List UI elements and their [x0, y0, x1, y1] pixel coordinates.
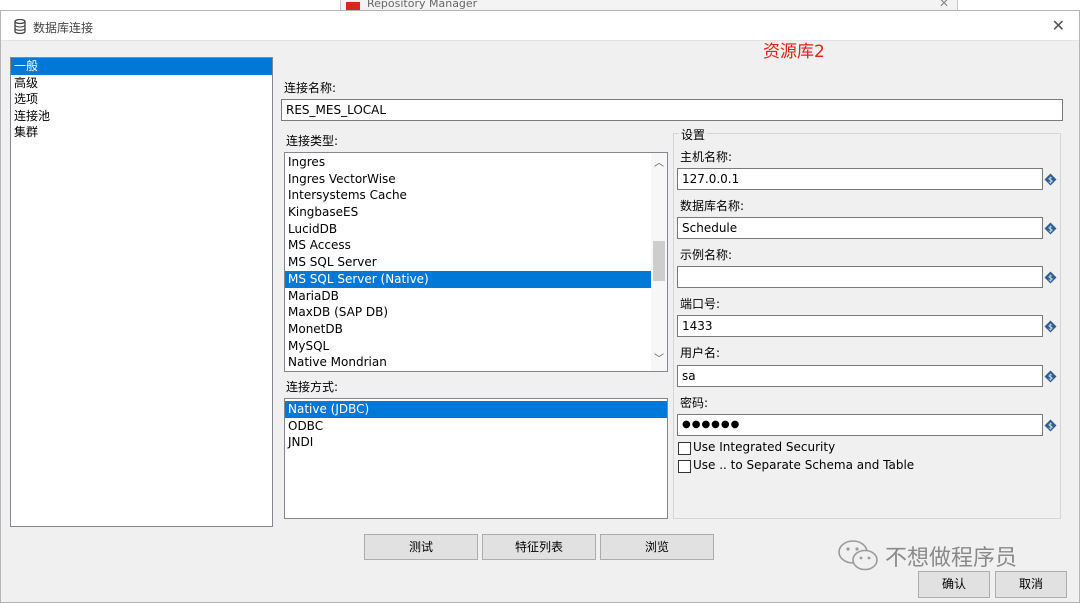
instance-input[interactable] — [677, 266, 1043, 288]
nav-item-options[interactable]: 选项 — [11, 91, 272, 108]
watermark-text: 不想做程序员 — [885, 546, 1018, 571]
svg-text:$: $ — [1048, 274, 1053, 283]
nav-item-general[interactable]: 一般 — [11, 58, 272, 75]
password-input[interactable]: ●●●●●● — [677, 414, 1043, 436]
connection-type-item[interactable]: Ingres VectorWise — [285, 171, 651, 188]
variable-icon[interactable]: $ — [1044, 419, 1057, 432]
nav-item-advanced[interactable]: 高级 — [11, 75, 272, 92]
nav-item-pooling[interactable]: 连接池 — [11, 108, 272, 125]
connection-type-item[interactable]: MS SQL Server (Native) — [285, 270, 651, 288]
database-icon — [14, 19, 26, 34]
connection-type-item[interactable]: MonetDB — [285, 321, 651, 338]
nav-item-cluster[interactable]: 集群 — [11, 124, 272, 141]
connection-type-item[interactable]: MariaDB — [285, 288, 651, 305]
connection-type-item[interactable]: KingbaseES — [285, 204, 651, 221]
port-input[interactable]: 1433 — [677, 315, 1043, 337]
connection-type-label: 连接类型: — [286, 134, 339, 148]
background-window-title: Repository Manager — [367, 0, 478, 10]
user-input[interactable]: sa — [677, 365, 1043, 387]
host-label: 主机名称: — [680, 150, 733, 164]
port-label: 端口号: — [680, 297, 721, 311]
scroll-up-icon[interactable]: ︿ — [651, 156, 667, 172]
variable-icon[interactable]: $ — [1044, 173, 1057, 186]
connection-type-item[interactable]: MySQL — [285, 338, 651, 355]
test-button[interactable]: 测试 — [364, 534, 478, 560]
svg-text:$: $ — [1048, 225, 1053, 234]
separate-schema-checkbox[interactable] — [678, 460, 691, 473]
connection-type-item[interactable]: Intersystems Cache — [285, 187, 651, 204]
variable-icon[interactable]: $ — [1044, 320, 1057, 333]
database-label: 数据库名称: — [680, 199, 745, 213]
variable-icon[interactable]: $ — [1044, 271, 1057, 284]
connection-type-scrollbar[interactable]: ︿ ﹀ — [651, 153, 667, 371]
connection-type-item[interactable]: LucidDB — [285, 221, 651, 238]
browse-button[interactable]: 浏览 — [600, 534, 714, 560]
database-connection-dialog: 数据库连接 ✕ 资源库2 一般 高级 选项 连接池 集群 连接名称: RES_M… — [0, 10, 1080, 603]
access-method-list[interactable]: Native (JDBC) ODBC JNDI — [284, 398, 668, 519]
scroll-down-icon[interactable]: ﹀ — [651, 352, 667, 368]
ok-button[interactable]: 确认 — [918, 571, 990, 598]
svg-text:$: $ — [1048, 373, 1053, 382]
connection-type-item[interactable]: MS SQL Server — [285, 254, 651, 271]
instance-label: 示例名称: — [680, 248, 733, 262]
background-close-icon: ✕ — [938, 0, 949, 10]
user-label: 用户名: — [680, 346, 721, 360]
wechat-icon — [838, 540, 878, 571]
connection-type-item[interactable]: Ingres — [285, 154, 651, 171]
svg-text:$: $ — [1048, 323, 1053, 332]
category-list[interactable]: 一般 高级 选项 连接池 集群 — [10, 57, 273, 527]
access-method-item[interactable]: ODBC — [285, 418, 667, 435]
cancel-button[interactable]: 取消 — [995, 571, 1067, 598]
integrated-security-checkbox[interactable] — [678, 442, 691, 455]
separate-schema-label: Use .. to Separate Schema and Table — [693, 458, 915, 472]
connection-type-list[interactable]: Ingres Ingres VectorWise Intersystems Cach… — [284, 152, 668, 372]
connection-name-label: 连接名称: — [284, 81, 337, 95]
svg-text:$: $ — [1048, 422, 1053, 431]
title-bar: 数据库连接 ✕ — [1, 11, 1079, 41]
annotation-label: 资源库2 — [763, 42, 825, 62]
integrated-security-label: Use Integrated Security — [693, 440, 836, 454]
connection-type-item[interactable]: MS Access — [285, 237, 651, 254]
connection-type-item[interactable]: Native Mondrian — [285, 354, 651, 371]
password-label: 密码: — [680, 396, 709, 410]
variable-icon[interactable]: $ — [1044, 370, 1057, 383]
host-input[interactable]: 127.0.0.1 — [677, 168, 1043, 190]
close-icon[interactable]: ✕ — [1052, 16, 1065, 35]
feature-list-button[interactable]: 特征列表 — [482, 534, 596, 560]
variable-icon[interactable]: $ — [1044, 222, 1057, 235]
connection-type-item[interactable]: MaxDB (SAP DB) — [285, 304, 651, 321]
settings-title: 设置 — [679, 126, 708, 143]
svg-text:$: $ — [1048, 176, 1053, 185]
dialog-title: 数据库连接 — [33, 21, 94, 35]
access-method-item[interactable]: JNDI — [285, 434, 667, 451]
connection-name-input[interactable]: RES_MES_LOCAL — [281, 99, 1063, 121]
database-input[interactable]: Schedule — [677, 217, 1043, 239]
access-method-label: 连接方式: — [286, 380, 339, 394]
scroll-thumb[interactable] — [653, 241, 665, 281]
access-method-item[interactable]: Native (JDBC) — [285, 401, 667, 418]
